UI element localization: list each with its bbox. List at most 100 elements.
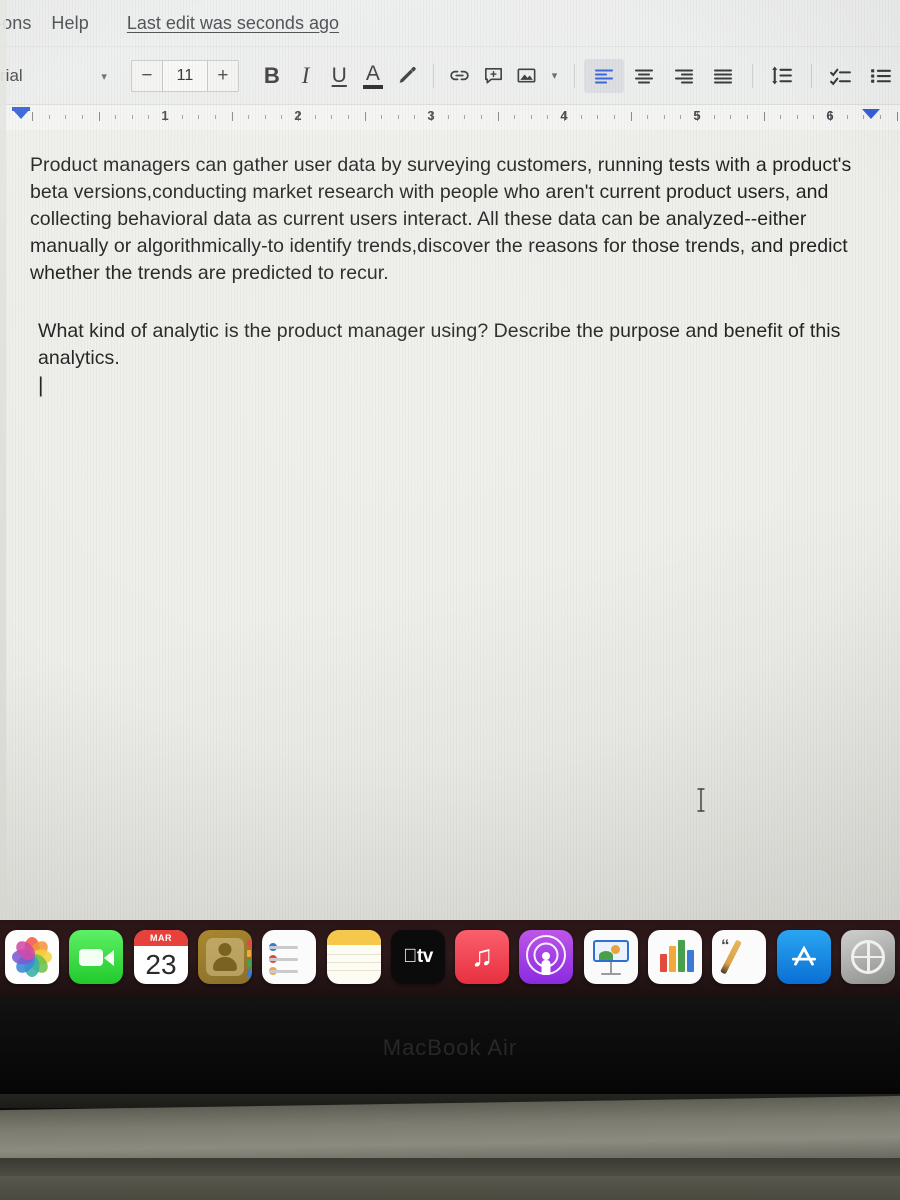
ruler-tick bbox=[331, 115, 333, 119]
toolbar-separator-4 bbox=[810, 63, 812, 88]
underline-button[interactable]: U bbox=[322, 59, 356, 93]
font-family-chevron-down-icon[interactable]: ▾ bbox=[91, 70, 117, 83]
ruler-tick bbox=[796, 115, 798, 119]
desk-surface-lower bbox=[0, 1176, 900, 1200]
align-left-button[interactable] bbox=[584, 58, 625, 93]
align-right-button[interactable] bbox=[664, 59, 704, 93]
ruler-number-5: 5 bbox=[693, 108, 701, 123]
ruler-tick bbox=[231, 112, 233, 121]
ruler-tick bbox=[32, 112, 33, 121]
dock-calendar[interactable]: MAR 23 bbox=[134, 930, 188, 984]
ruler-tick bbox=[198, 115, 200, 119]
ruler-tick bbox=[580, 115, 582, 119]
ruler-tick bbox=[65, 115, 67, 119]
font-size-increase-button[interactable]: + bbox=[208, 61, 238, 91]
bulleted-list-button[interactable] bbox=[860, 59, 900, 93]
menu-item-add-ons[interactable]: -ons bbox=[0, 13, 41, 34]
ruler-tick bbox=[647, 115, 649, 119]
image-icon bbox=[517, 68, 536, 83]
ruler-tick bbox=[248, 115, 250, 119]
font-size-stepper[interactable]: − 11 + bbox=[130, 59, 239, 92]
paragraph-1[interactable]: Product managers can gather user data by… bbox=[30, 152, 860, 287]
ruler-tick bbox=[214, 115, 216, 119]
align-justify-button[interactable] bbox=[703, 59, 743, 93]
ruler-tick bbox=[530, 115, 532, 119]
dock-music[interactable]: ♫ bbox=[455, 930, 509, 984]
dock-photos[interactable] bbox=[5, 930, 59, 984]
ruler-tick bbox=[115, 115, 117, 119]
macbook-air-label: MacBook Air bbox=[382, 1035, 518, 1060]
dock-app-store[interactable] bbox=[777, 930, 831, 984]
link-icon bbox=[450, 70, 469, 81]
dock-apple-tv[interactable]: tv bbox=[391, 930, 445, 984]
dock-notes[interactable] bbox=[327, 930, 381, 984]
bulleted-list-icon bbox=[870, 69, 891, 83]
ruler-tick bbox=[613, 115, 615, 119]
dock-podcasts[interactable] bbox=[519, 930, 573, 984]
dock-icon-row: MAR 23 tv ♫ “ bbox=[0, 926, 900, 988]
numbers-bar-orange bbox=[669, 946, 676, 972]
ruler-number-6: 6 bbox=[826, 108, 834, 123]
menu-item-help[interactable]: Help bbox=[41, 13, 98, 34]
insert-image-button[interactable] bbox=[510, 59, 544, 93]
add-comment-button[interactable] bbox=[476, 59, 510, 93]
right-indent-marker[interactable] bbox=[862, 109, 880, 119]
left-indent-bar[interactable] bbox=[12, 107, 30, 111]
line-spacing-button[interactable] bbox=[762, 59, 802, 93]
ruler-tick bbox=[846, 115, 848, 119]
checklist-icon bbox=[830, 68, 851, 86]
ruler-tick bbox=[547, 115, 549, 119]
ruler-tick bbox=[98, 112, 100, 121]
highlight-color-button[interactable] bbox=[390, 59, 424, 93]
ruler-tick bbox=[381, 115, 383, 119]
insert-link-button[interactable] bbox=[442, 59, 476, 93]
checklist-button[interactable] bbox=[821, 59, 861, 93]
reminder-line-2 bbox=[269, 958, 298, 961]
paragraph-2[interactable]: What kind of analytic is the product man… bbox=[30, 318, 860, 372]
notes-header-icon bbox=[327, 930, 381, 945]
highlighter-icon bbox=[399, 66, 416, 83]
font-size-decrease-button[interactable]: − bbox=[132, 61, 162, 91]
keynote-screen-icon bbox=[593, 940, 629, 962]
contacts-tabs-icon bbox=[247, 940, 251, 977]
font-size-input[interactable]: 11 bbox=[161, 60, 208, 91]
document-body[interactable]: Product managers can gather user data by… bbox=[30, 152, 860, 396]
bold-button[interactable]: B bbox=[255, 59, 289, 93]
ruler-tick bbox=[497, 112, 499, 121]
ruler-tick bbox=[281, 115, 283, 119]
photo-of-macbook-screen: -ons Help Last edit was seconds ago rial… bbox=[0, 0, 900, 1200]
dock-numbers[interactable] bbox=[648, 930, 702, 984]
dock-pages[interactable]: “ bbox=[712, 930, 766, 984]
text-caret: | bbox=[38, 374, 44, 397]
align-center-button[interactable] bbox=[624, 59, 664, 93]
dock-contacts[interactable] bbox=[198, 930, 252, 984]
ruler-tick bbox=[347, 115, 349, 119]
dock-reminders[interactable] bbox=[262, 930, 316, 984]
ruler-tick bbox=[48, 115, 50, 119]
ruler-tick bbox=[264, 115, 266, 119]
calendar-day-label: 23 bbox=[145, 948, 177, 980]
ruler-tick bbox=[514, 115, 516, 119]
ruler-tick bbox=[597, 115, 599, 119]
dock-keynote[interactable] bbox=[584, 930, 638, 984]
reminder-line-3 bbox=[269, 970, 298, 973]
ruler-tick bbox=[447, 115, 449, 119]
line-spacing-icon bbox=[772, 66, 793, 85]
system-preferences-gear-icon bbox=[851, 940, 885, 974]
text-color-button[interactable]: A bbox=[356, 59, 390, 93]
ruler-tick bbox=[364, 112, 366, 121]
ruler-tick bbox=[763, 112, 765, 121]
ruler-tick bbox=[896, 112, 898, 121]
last-edit-status[interactable]: Last edit was seconds ago bbox=[127, 13, 339, 34]
docs-ruler[interactable]: 1 2 3 4 5 6 bbox=[0, 104, 900, 130]
italic-button[interactable]: I bbox=[289, 59, 323, 93]
insert-image-chevron-down-icon[interactable]: ▾ bbox=[544, 59, 566, 93]
ruler-tick bbox=[148, 115, 150, 119]
numbers-bar-green bbox=[678, 940, 685, 972]
macos-dock[interactable]: MAR 23 tv ♫ “ bbox=[0, 920, 900, 995]
dock-system-preferences[interactable] bbox=[841, 930, 895, 984]
facetime-camera-icon bbox=[79, 949, 103, 966]
dock-facetime[interactable] bbox=[69, 930, 123, 984]
ruler-tick bbox=[414, 115, 416, 119]
font-family-selector[interactable]: rial bbox=[0, 66, 91, 86]
